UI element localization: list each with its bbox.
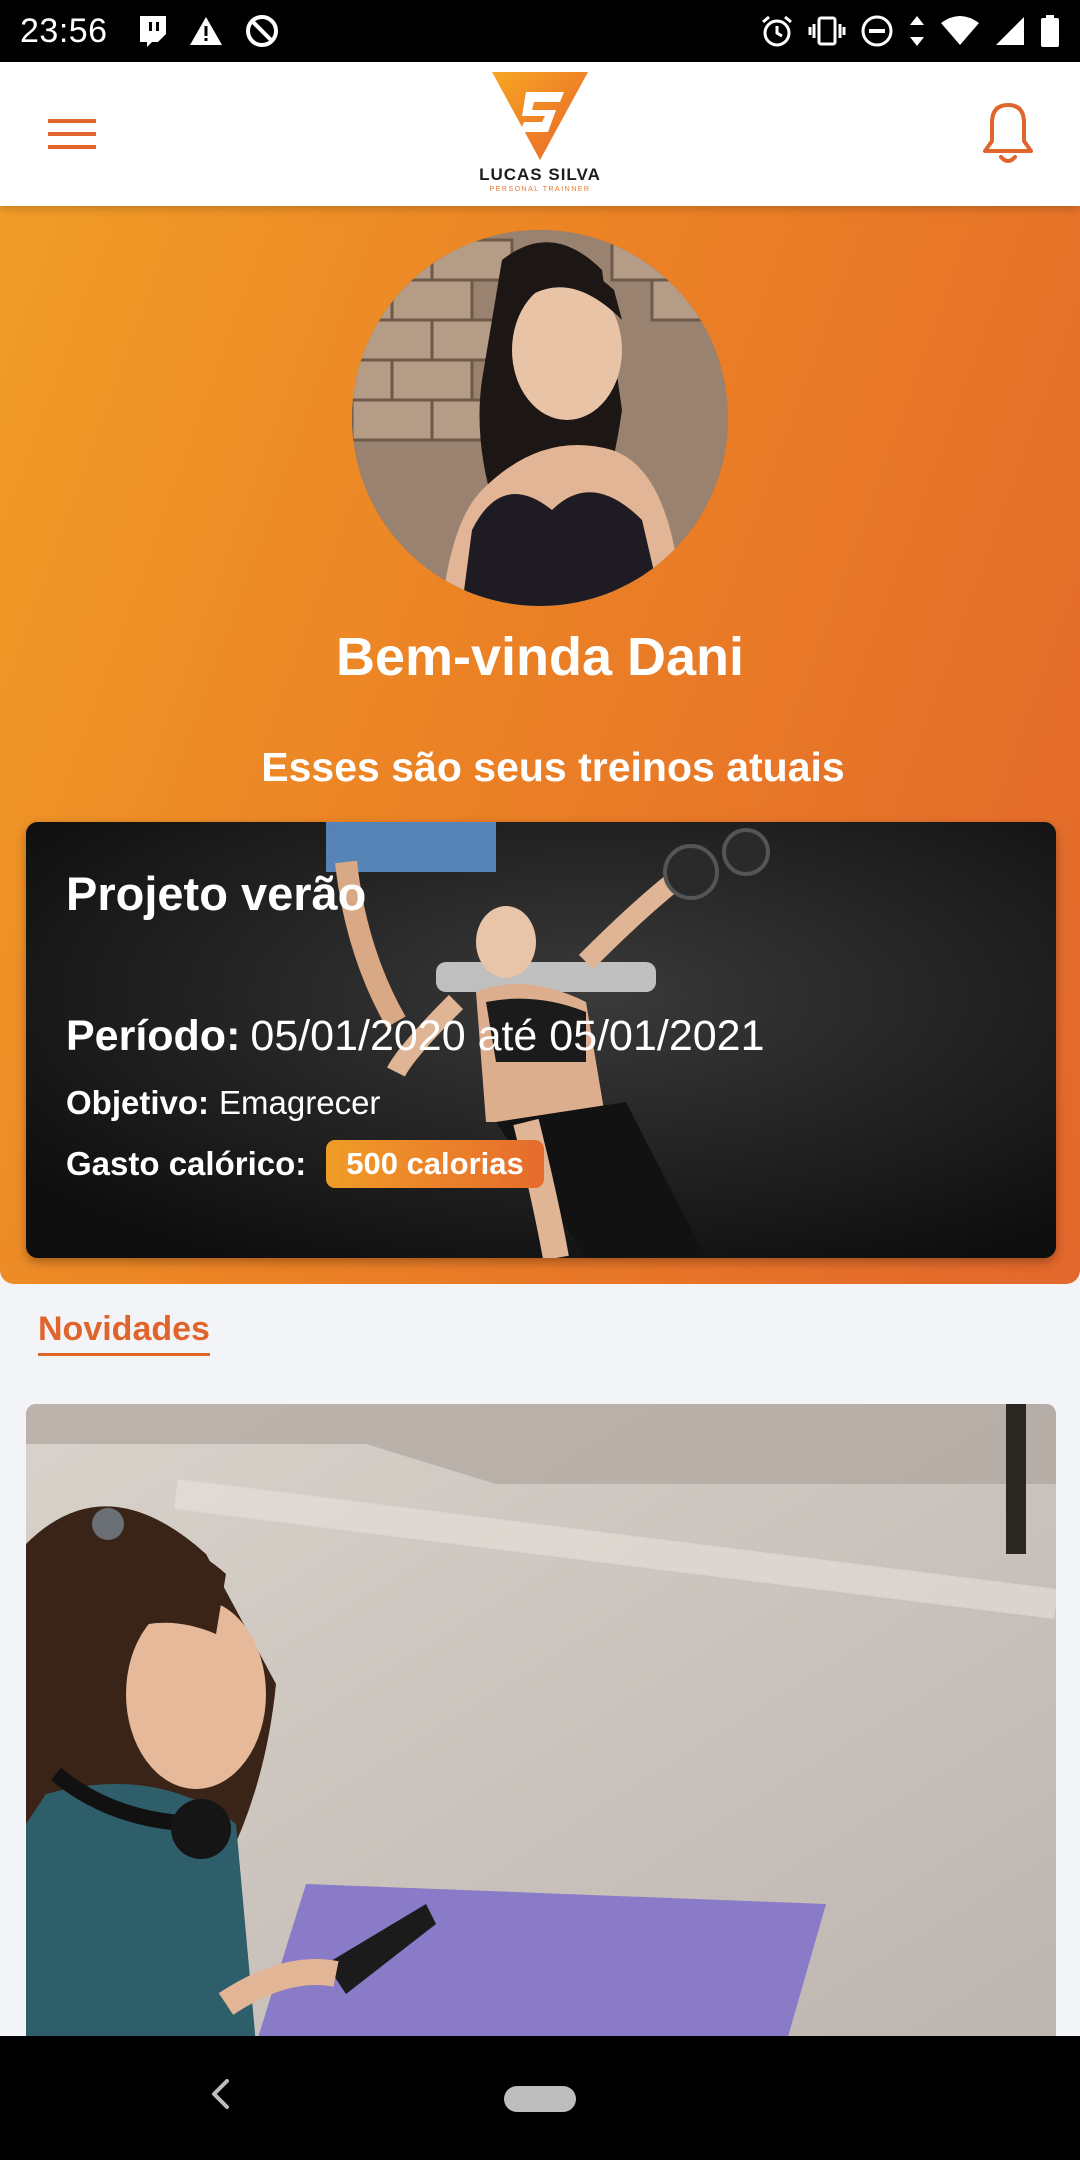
workout-goal-row: Objetivo: Emagrecer (66, 1084, 380, 1122)
workout-card[interactable]: Projeto verão Período: 05/01/2020 até 05… (26, 822, 1056, 1258)
warning-icon (188, 15, 224, 47)
signal-icon (994, 15, 1026, 47)
avatar[interactable] (352, 230, 728, 606)
logo-mark-icon (490, 72, 590, 166)
system-nav-bar (0, 2036, 1080, 2160)
news-image (26, 1404, 1056, 2044)
calorie-badge: 500 calorias (326, 1140, 544, 1188)
no-sync-icon (244, 13, 280, 49)
back-chevron-icon (209, 2077, 231, 2116)
back-button[interactable] (196, 2066, 244, 2126)
goal-value: Emagrecer (219, 1084, 381, 1121)
wifi-icon (940, 15, 980, 47)
workout-calorie-row: Gasto calórico: 500 calorias (66, 1140, 544, 1188)
alarm-icon (760, 14, 794, 48)
app-bar: LUCAS SILVA PERSONAL TRAINNER (0, 62, 1080, 206)
bell-icon (982, 101, 1034, 172)
hamburger-menu-icon (48, 117, 96, 156)
notifications-button[interactable] (972, 96, 1044, 176)
do-not-disturb-icon (860, 14, 894, 48)
home-pill-icon[interactable] (504, 2086, 576, 2112)
brand-logo: LUCAS SILVA PERSONAL TRAINNER (472, 70, 608, 200)
battery-icon (1040, 14, 1060, 48)
status-bar: 23:56 (0, 0, 1080, 62)
workout-period-row: Período: 05/01/2020 até 05/01/2021 (66, 1012, 765, 1061)
data-arrows-icon (908, 14, 926, 48)
workouts-subtitle: Esses são seus treinos atuais (261, 744, 845, 790)
hero-section: Bem-vinda Dani Esses são seus treinos at… (0, 206, 1080, 1284)
workout-title: Projeto verão (66, 867, 367, 920)
logo-tagline: PERSONAL TRAINNER (489, 186, 591, 193)
period-label: Período: (66, 1012, 241, 1060)
calorie-label: Gasto calórico: (66, 1145, 307, 1182)
status-right-icons (760, 14, 1060, 48)
status-left-icons (136, 13, 280, 49)
status-time: 23:56 (20, 11, 108, 50)
news-section-title[interactable]: Novidades (38, 1310, 210, 1356)
news-card[interactable] (26, 1404, 1056, 2044)
goal-label: Objetivo: (66, 1084, 210, 1121)
welcome-text: Bem-vinda Dani (335, 627, 745, 687)
twitch-icon (136, 14, 168, 48)
vibrate-icon (808, 16, 846, 46)
menu-button[interactable] (36, 108, 108, 164)
logo-name: LUCAS SILVA (479, 165, 601, 184)
period-value: 05/01/2020 até 05/01/2021 (250, 1012, 765, 1060)
